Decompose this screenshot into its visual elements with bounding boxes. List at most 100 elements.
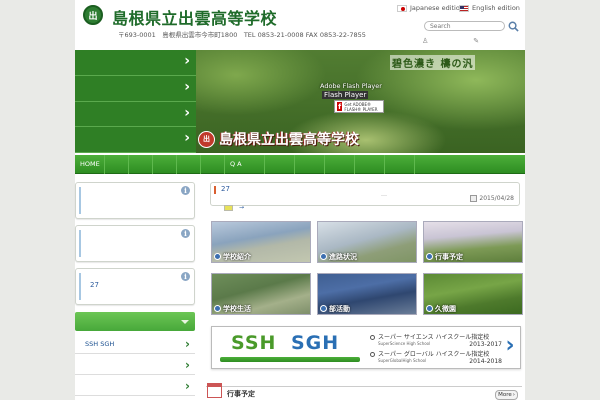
new-tag-icon <box>224 204 233 211</box>
ssh-years: 2013-2017 <box>469 341 502 348</box>
english-edition-link[interactable]: English edition <box>459 4 520 12</box>
tile-career[interactable]: 進路状況 <box>317 221 417 263</box>
pin-icon <box>214 253 221 260</box>
chevron-right-icon[interactable]: › <box>503 335 517 357</box>
tile-label: 学校生活 <box>212 303 255 314</box>
news-count: 27 <box>221 185 230 193</box>
get-flash-button[interactable]: f Get ADOBE® FLASH® PLAYER <box>334 100 384 113</box>
tile-label: 行事予定 <box>424 251 467 262</box>
bullet-icon <box>370 335 375 340</box>
search-input[interactable] <box>424 21 505 31</box>
news-ellipsis: … <box>381 191 387 198</box>
japanese-edition-label: Japanese edition <box>410 4 464 12</box>
nav-item[interactable] <box>325 155 355 174</box>
nav-item[interactable] <box>105 155 129 174</box>
search-icon <box>508 21 519 32</box>
sidebar-accordion-toggle[interactable] <box>75 312 195 331</box>
hero-banner-text: 島根県立出雲高等学校 <box>219 132 359 148</box>
school-name[interactable]: 島根県立出雲高等学校 <box>112 5 277 29</box>
nav-qa[interactable]: Q A <box>225 155 265 174</box>
ssh-sgh-banner[interactable]: SSH SGH スーパー サイエンス ハイスクール指定校 SuperScienc… <box>211 326 521 369</box>
nav-home[interactable]: HOME <box>75 155 105 174</box>
tile-label: 久徴園 <box>424 303 460 314</box>
person-icon[interactable]: ♙ <box>422 37 428 45</box>
hero-menu-item[interactable] <box>75 50 196 76</box>
chevron-right-icon: › <box>512 392 515 398</box>
us-flag-icon <box>459 4 469 12</box>
nav-item[interactable] <box>295 155 325 174</box>
nav-item[interactable] <box>201 155 225 174</box>
news-date-text: 2015/04/28 <box>479 195 514 202</box>
tile-text: 久徴園 <box>435 304 456 313</box>
sidebar-link[interactable] <box>75 356 195 375</box>
pin-icon <box>320 305 327 312</box>
english-edition-label: English edition <box>472 4 520 12</box>
nav-item[interactable] <box>177 155 201 174</box>
global-nav: HOME Q A <box>75 155 525 174</box>
sgh-logo-text: SGH <box>291 332 340 354</box>
tile-text: 学校生活 <box>223 304 251 313</box>
ssh-designation: スーパー サイエンス ハイスクール指定校 SuperScience High S… <box>378 332 506 348</box>
sgh-designation-ja: スーパー グローバル ハイスクール指定校 <box>378 351 490 358</box>
japan-flag-icon <box>397 4 407 12</box>
nav-item[interactable] <box>385 155 415 174</box>
tile-text: 行事予定 <box>435 252 463 261</box>
hero-banner: 出 島根県立出雲高等学校 <box>198 127 423 151</box>
hero-menu-item[interactable] <box>75 76 196 102</box>
more-button[interactable]: More › <box>495 390 518 400</box>
tile-club[interactable]: 部活動 <box>317 273 417 315</box>
sidebar-link[interactable] <box>75 377 195 396</box>
sidebar-count: 27 <box>90 281 99 289</box>
tile-school-life[interactable]: 学校生活 <box>211 273 311 315</box>
events-title: 行事予定 <box>227 390 255 398</box>
ssh-underline <box>220 357 360 362</box>
events-section-header: 行事予定 More › <box>206 383 522 400</box>
get-flash-label: Get ADOBE® FLASH® PLAYER <box>344 101 378 112</box>
flash-title: Adobe Flash Player <box>320 82 382 90</box>
news-item[interactable]: 27 … 2015/04/28 <box>210 182 520 206</box>
more-label: More <box>498 392 512 398</box>
tile-label: 進路状況 <box>318 251 361 262</box>
tile-label: 部活動 <box>318 303 354 314</box>
sidebar-box[interactable]: i 27 <box>75 268 195 305</box>
header-small-icons: ♙ ✎ <box>422 37 524 45</box>
news-date: 2015/04/28 <box>470 195 514 202</box>
leaf-icon[interactable]: ✎ <box>473 37 479 45</box>
sidebar-box[interactable]: i <box>75 225 195 262</box>
japanese-edition-link[interactable]: Japanese edition <box>397 4 464 12</box>
pin-icon <box>426 253 433 260</box>
sidebar-link-ssh-sgh[interactable]: SSH SGH <box>75 335 195 354</box>
nav-item[interactable] <box>129 155 153 174</box>
school-seal-icon: 出 <box>198 130 215 148</box>
sgh-years: 2014-2018 <box>469 358 502 365</box>
ssh-designation-ja: スーパー サイエンス ハイスクール指定校 <box>378 334 490 341</box>
school-logo[interactable]: 出 <box>83 5 103 25</box>
bullet-icon <box>370 352 375 357</box>
hero-menu-item[interactable] <box>75 102 196 128</box>
tile-events[interactable]: 行事予定 <box>423 221 523 263</box>
flash-subtitle: Flash Player <box>322 91 369 99</box>
info-icon: i <box>181 186 190 195</box>
tile-text: 進路状況 <box>329 252 357 261</box>
sidebar-box[interactable]: i <box>75 182 195 219</box>
flash-player-prompt[interactable]: Adobe Flash Player Flash Player f Get AD… <box>320 82 402 116</box>
hero-menu-item[interactable] <box>75 127 196 153</box>
pin-icon <box>426 305 433 312</box>
flash-icon: f <box>337 102 343 111</box>
tile-text: 学校紹介 <box>223 252 251 261</box>
search-button[interactable] <box>507 20 519 32</box>
info-icon: i <box>181 229 190 238</box>
nav-item[interactable] <box>265 155 295 174</box>
tile-school-intro[interactable]: 学校紹介 <box>211 221 311 263</box>
pin-icon <box>214 305 221 312</box>
tile-kyuchoen[interactable]: 久徴園 <box>423 273 523 315</box>
news-arrow: → <box>239 204 245 211</box>
tile-label: 学校紹介 <box>212 251 255 262</box>
school-address: 〒693-0001 島根県出雲市今市町1800 TEL 0853-21-0008… <box>118 31 366 39</box>
pin-icon <box>320 253 327 260</box>
news-link-row[interactable]: → <box>224 204 244 211</box>
info-icon: i <box>181 272 190 281</box>
hero-tagline: 碧色濃き 檮の汎 <box>390 55 476 70</box>
nav-item[interactable] <box>355 155 385 174</box>
nav-item[interactable] <box>153 155 177 174</box>
